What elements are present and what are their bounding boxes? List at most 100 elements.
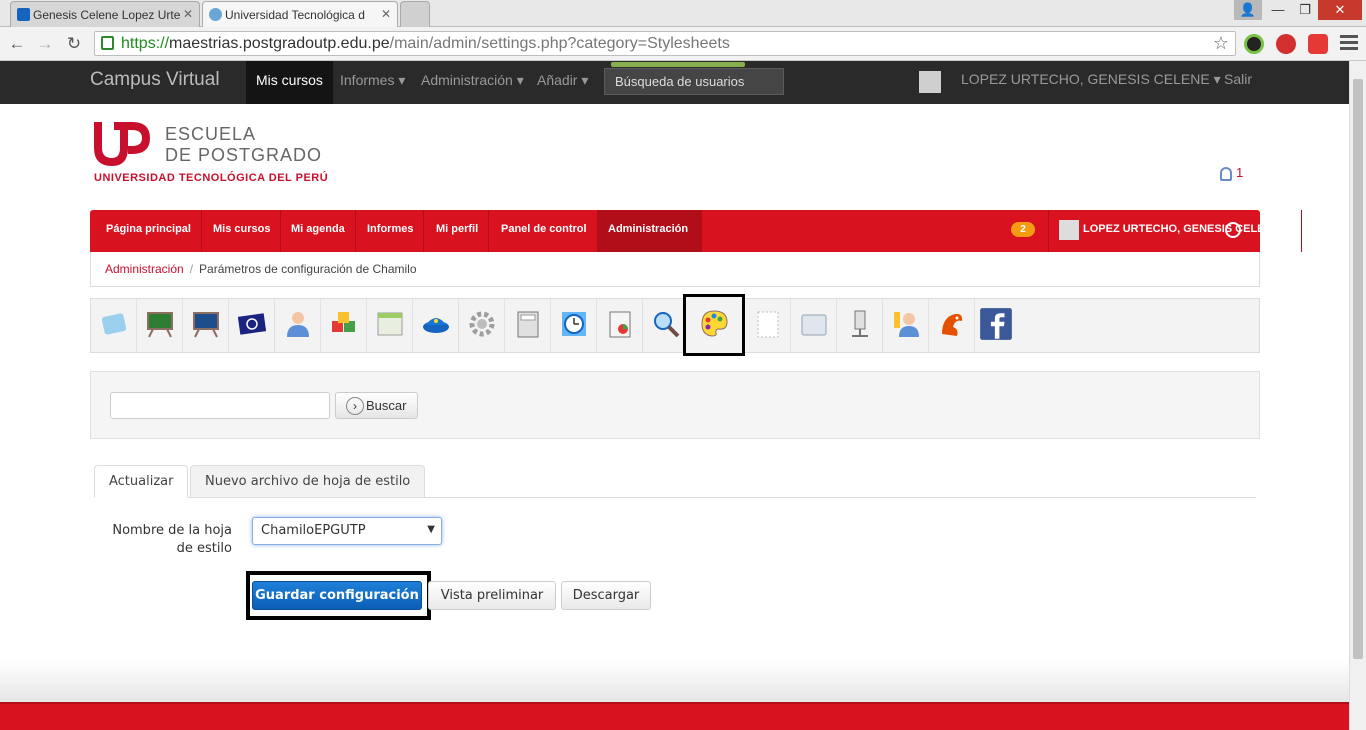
search-button[interactable]: › Buscar: [335, 392, 418, 419]
address-bar[interactable]: https://maestrias.postgradoutp.edu.pe/ma…: [94, 31, 1236, 56]
scrollbar-thumb[interactable]: [1353, 79, 1363, 659]
browser-menu-icon[interactable]: [1340, 35, 1358, 53]
footer-fade: [0, 660, 1349, 702]
magnifier-icon: [654, 312, 680, 338]
tab-nuevo-archivo[interactable]: Nuevo archivo de hoja de estilo: [190, 465, 426, 498]
topnav-administracion[interactable]: Administración ▾: [411, 61, 534, 104]
window-close-icon[interactable]: ✕: [1318, 0, 1362, 20]
nav-informes[interactable]: Informes: [357, 210, 425, 252]
stylesheet-tabs: Actualizar Nuevo archivo de hoja de esti…: [94, 465, 1256, 498]
new-tab-button[interactable]: [400, 1, 430, 27]
dragon-icon: [942, 313, 963, 336]
power-icon[interactable]: [1225, 222, 1241, 238]
breadcrumb-admin-link[interactable]: Administración: [105, 262, 184, 276]
campus-brand[interactable]: Campus Virtual: [90, 69, 220, 91]
outlook-icon: [17, 8, 30, 21]
forward-arrow-icon[interactable]: →: [34, 33, 56, 55]
category-user[interactable]: [275, 299, 321, 352]
utp-logo-icon: [94, 122, 150, 166]
settings-category-toolbar: [90, 294, 1260, 356]
dropdown-arrow-icon: ▼: [427, 524, 435, 535]
category-facebook[interactable]: [975, 299, 1021, 352]
nav-mis-cursos[interactable]: Mis cursos: [203, 210, 282, 252]
category-security[interactable]: [413, 299, 459, 352]
palette-icon: [701, 310, 728, 337]
notification-count: 1: [1236, 165, 1244, 180]
category-plugins[interactable]: [791, 299, 837, 352]
topnav-mis-cursos[interactable]: Mis cursos: [246, 61, 333, 104]
close-icon[interactable]: ✕: [381, 7, 391, 21]
page-scrollbar[interactable]: [1349, 61, 1366, 730]
logout-link[interactable]: Salir: [1224, 71, 1252, 87]
dotted-page-icon: [757, 311, 779, 338]
chalkboard-green-icon: [147, 312, 173, 338]
save-button[interactable]: Guardar configuración: [252, 581, 422, 610]
avatar[interactable]: [919, 71, 941, 93]
category-timezones[interactable]: [551, 299, 597, 352]
topbar-user-menu[interactable]: LOPEZ URTECHO, GENESIS CELENE ▾: [961, 71, 1221, 88]
user-search-input[interactable]: Búsqueda de usuarios: [604, 62, 784, 95]
school-logo[interactable]: ESCUELA DE POSTGRADO UNIVERSIDAD TECNOLÓ…: [92, 118, 332, 188]
minimize-icon[interactable]: —: [1264, 0, 1292, 20]
download-button[interactable]: Descargar: [561, 581, 651, 610]
extension-camera-icon[interactable]: [1244, 34, 1264, 54]
url-scheme: https://: [121, 35, 170, 52]
topnav-anadir[interactable]: Añadir ▾: [527, 61, 598, 104]
lock-icon: [101, 36, 114, 50]
nav-pagina-principal[interactable]: Página principal: [96, 210, 202, 252]
avatar: [1059, 220, 1079, 240]
extension-pdf-icon[interactable]: [1308, 34, 1328, 54]
bookmark-star-icon[interactable]: ☆: [1213, 32, 1229, 55]
category-editor[interactable]: [367, 299, 413, 352]
browser-tabstrip: Genesis Celene Lopez Urte ✕ Universidad …: [0, 0, 1366, 27]
category-language[interactable]: [229, 299, 275, 352]
browser-tab-outlook[interactable]: Genesis Celene Lopez Urte ✕: [10, 1, 200, 27]
logo-text-line3: UNIVERSIDAD TECNOLÓGICA DEL PERÚ: [94, 172, 329, 184]
search-input[interactable]: [110, 392, 330, 419]
extension-power-icon[interactable]: [1276, 34, 1296, 54]
user-notification-icon: [1220, 166, 1232, 181]
preview-button[interactable]: Vista preliminar: [428, 581, 556, 610]
site-favicon-icon: [209, 8, 222, 21]
breadcrumb: Administración / Parámetros de configuraci…: [90, 252, 1260, 287]
un-flag-icon: [237, 313, 267, 335]
category-platform[interactable]: [91, 299, 137, 352]
category-templates[interactable]: [745, 299, 791, 352]
back-arrow-icon[interactable]: ←: [6, 33, 28, 55]
tab-actualizar[interactable]: Actualizar: [94, 465, 189, 498]
browser-tab-title: Universidad Tecnológica d: [225, 8, 365, 22]
calculator-icon: [517, 311, 539, 338]
category-ldap[interactable]: [837, 299, 883, 352]
nav-mi-agenda[interactable]: Mi agenda: [281, 210, 356, 252]
category-session[interactable]: [183, 299, 229, 352]
reload-icon[interactable]: ↻: [63, 33, 85, 55]
category-shibboleth[interactable]: [883, 299, 929, 352]
category-gradebook[interactable]: [505, 299, 551, 352]
campus-topbar: Campus Virtual Mis cursos Informes ▾ Adm…: [0, 61, 1349, 104]
notifications-indicator[interactable]: 1: [1220, 165, 1243, 181]
messages-badge[interactable]: 2: [1011, 222, 1035, 237]
category-tools[interactable]: [321, 299, 367, 352]
nav-user-menu[interactable]: LOPEZ URTECHO, GENESIS CELENE ▾: [1048, 210, 1302, 252]
browser-user-icon[interactable]: 👤: [1234, 0, 1262, 20]
footer-bar: [0, 702, 1349, 730]
platform-icon: [101, 313, 127, 335]
browser-tab-utp[interactable]: Universidad Tecnológica d ✕: [202, 1, 398, 27]
html-editor-icon: [377, 312, 403, 336]
server-icon: [852, 310, 868, 337]
category-crons[interactable]: [929, 299, 975, 352]
topnav-informes[interactable]: Informes ▾: [330, 61, 415, 104]
close-icon[interactable]: ✕: [183, 7, 193, 21]
nav-panel-de-control[interactable]: Panel de control: [491, 210, 598, 252]
category-course[interactable]: [137, 299, 183, 352]
maximize-icon[interactable]: ❐: [1291, 0, 1319, 20]
category-stylesheets[interactable]: [683, 294, 745, 356]
nav-administracion[interactable]: Administración: [598, 210, 702, 252]
category-tracking[interactable]: [597, 299, 643, 352]
chevron-right-icon: ›: [346, 397, 364, 415]
nav-mi-perfil[interactable]: Mi perfil: [426, 210, 490, 252]
stylesheet-name-label: Nombre de la hoja de estilo: [112, 523, 232, 556]
report-chart-icon: [609, 311, 631, 338]
category-advanced[interactable]: [459, 299, 505, 352]
stylesheet-select[interactable]: ChamiloEPGUTP ▼: [252, 517, 442, 545]
